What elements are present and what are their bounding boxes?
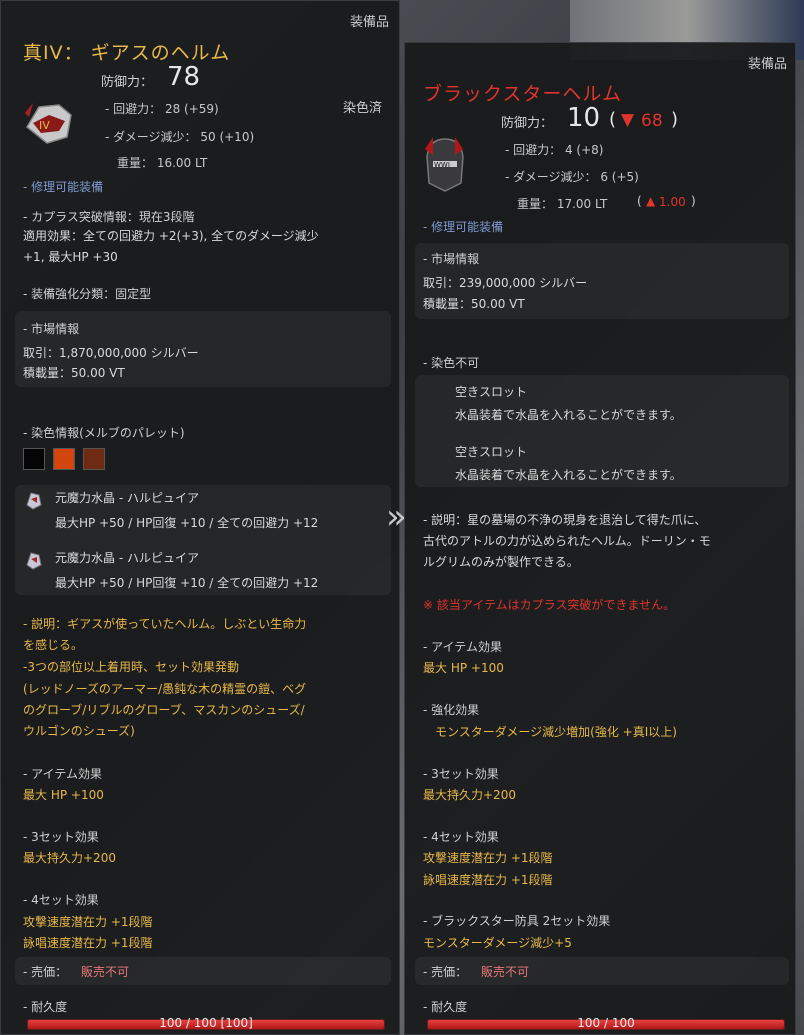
item-effect: 最大 HP +100	[423, 661, 504, 675]
defense-diff-close: )	[671, 109, 679, 130]
market-weight: 積載量：50.00 VT	[423, 297, 525, 311]
sell-value: 販売不可	[81, 965, 130, 979]
weight-diff-open: (	[637, 194, 642, 208]
caphras-effect-line2: +1, 最大HP +30	[23, 250, 118, 264]
weight-stat: 重量： 17.00 LT	[517, 197, 608, 211]
market-price: 取引：239,000,000 シルバー	[423, 276, 588, 290]
sell-label: - 売価：	[423, 965, 468, 979]
weight-diff-close: )	[691, 194, 696, 208]
defense-diff: 68	[641, 111, 663, 131]
weight-stat: 重量： 16.00 LT	[117, 156, 208, 170]
crystal-2-effect: 最大HP +50 / HP回復 +10 / 全ての回避力 +12	[55, 576, 319, 590]
evasion-stat: - 回避力： 4 (+8)	[505, 143, 604, 157]
blackstar-set-title: - ブラックスター防具 2セット効果	[423, 914, 611, 928]
empty-slot-1-desc: 水晶装着で水晶を入れることができます。	[455, 408, 682, 422]
defense-diff-open: (	[609, 109, 617, 130]
crystal-icon	[23, 549, 45, 571]
description-line1: - 説明：ギアスが使っていたヘルム。しぶとい生命力	[23, 617, 307, 631]
up-arrow-icon: ▲	[646, 194, 656, 208]
set-info-line1: -3つの部位以上着用時、セット効果発動	[23, 660, 239, 674]
right-item-tooltip: 装備品 ブラックスターヘルム WWI 防御力： 10 ( ▼ 68 ) - 回避…	[404, 42, 796, 1035]
set3-title: - 3セット効果	[23, 830, 99, 844]
market-title: - 市場情報	[423, 252, 480, 266]
durability-bar: 100 / 100	[427, 1016, 785, 1030]
market-price: 取引：1,870,000,000 シルバー	[23, 346, 199, 360]
market-title: - 市場情報	[23, 322, 80, 336]
repairable-label: - 修理可能装備	[23, 180, 104, 194]
item-effect-title: - アイテム効果	[423, 640, 502, 654]
defense-label: 防御力：	[101, 75, 154, 90]
item-effect: 最大 HP +100	[23, 788, 104, 802]
svg-text:IV: IV	[39, 119, 50, 132]
caphras-warning: ※ 該当アイテムはカプラス突破ができません。	[423, 598, 676, 612]
durability-bar: 100 / 100 [100]	[27, 1016, 385, 1030]
crystal-2-name: 元魔力水晶 - ハルピュイア	[55, 551, 199, 565]
repairable-label: - 修理可能装備	[423, 220, 504, 234]
sell-band	[415, 957, 789, 985]
item-effect-title: - アイテム効果	[23, 767, 102, 781]
blackstar-set-effect: モンスターダメージ減少+5	[423, 936, 572, 950]
item-title: 真IV： ギアスのヘルム	[23, 42, 231, 64]
down-arrow-icon: ▼	[621, 110, 635, 130]
dye-swatch-2	[53, 448, 75, 470]
evasion-stat: - 回避力： 28 (+59)	[105, 102, 219, 116]
item-category-tag: 装備品	[747, 57, 787, 72]
durability-text: 100 / 100 [100]	[159, 1016, 253, 1030]
empty-slot-1-label: 空きスロット	[455, 385, 528, 399]
market-weight: 積載量：50.00 VT	[23, 366, 125, 380]
set4-effect1: 攻撃速度潜在力 +1段階	[23, 915, 153, 929]
description-line2: 古代のアトルの力が込められたヘルム。ドーリン・モ	[423, 534, 711, 548]
set3-effect: 最大持久力+200	[23, 851, 116, 865]
dye-swatch-1	[23, 448, 45, 470]
set4-effect1: 攻撃速度潜在力 +1段階	[423, 851, 553, 865]
defense-value: 10	[567, 103, 601, 133]
set4-title: - 4セット効果	[23, 893, 99, 907]
set4-effect2: 詠唱速度潜在力 +1段階	[423, 873, 553, 887]
enhance-effect-title: - 強化効果	[423, 703, 480, 717]
description-line2: を感じる。	[23, 638, 84, 652]
set3-title: - 3セット効果	[423, 767, 499, 781]
set-info-line3: のグローブ/リブルのグローブ、マスカンのシューズ/	[23, 703, 305, 717]
set-info-line2: (レッドノーズのアーマー/愚鈍な木の精霊の鎧、ベグ	[23, 682, 307, 696]
empty-slot-2-desc: 水晶装着で水晶を入れることができます。	[455, 468, 682, 482]
item-category-tag: 装備品	[349, 15, 389, 30]
dye-swatch-3	[83, 448, 105, 470]
durability-label: - 耐久度	[423, 1000, 468, 1014]
enhance-type: - 装備強化分類：固定型	[23, 287, 152, 301]
caphras-effect-line1: 適用効果：全ての回避力 +2(+3), 全てのダメージ減少	[23, 229, 319, 243]
dye-info: - 染色情報(メルブのパレット)	[23, 426, 185, 440]
enhance-effect: モンスターダメージ減少増加(強化 +真I以上)	[435, 725, 677, 739]
defense-label: 防御力：	[501, 116, 554, 131]
sell-value: 販売不可	[481, 965, 530, 979]
defense-value: 78	[167, 62, 201, 92]
crystal-icon	[23, 489, 45, 511]
empty-slot-2-label: 空きスロット	[455, 445, 528, 459]
sell-band	[15, 957, 391, 985]
set-info-line4: ウルゴンのシューズ)	[23, 724, 135, 738]
description-line1: - 説明：星の墓場の不浄の現身を退治して得た爪に、	[423, 513, 707, 527]
durability-label: - 耐久度	[23, 1000, 68, 1014]
sell-label: - 売価：	[23, 965, 68, 979]
crystal-1-effect: 最大HP +50 / HP回復 +10 / 全ての回避力 +12	[55, 516, 319, 530]
svg-text:WWI: WWI	[434, 161, 450, 169]
helmet-icon: IV	[19, 93, 77, 151]
left-item-tooltip: 装備品 真IV： ギアスのヘルム IV 防御力： 78 染色済 - 回避力： 2…	[0, 0, 400, 1035]
caphras-title: - カプラス突破情報：現在3段階	[23, 210, 195, 224]
dyed-status: 染色済	[343, 101, 383, 116]
crystal-1-name: 元魔力水晶 - ハルピュイア	[55, 491, 199, 505]
damage-reduction-stat: - ダメージ減少： 6 (+5)	[505, 170, 639, 184]
durability-text: 100 / 100	[577, 1016, 635, 1030]
weight-diff: 1.00	[659, 195, 686, 209]
set4-effect2: 詠唱速度潜在力 +1段階	[23, 936, 153, 950]
dye-status: - 染色不可	[423, 356, 480, 370]
description-line3: ルグリムのみが製作できる。	[423, 555, 579, 569]
helmet-icon: WWI	[419, 133, 469, 195]
damage-reduction-stat: - ダメージ減少： 50 (+10)	[105, 130, 255, 144]
set3-effect: 最大持久力+200	[423, 788, 516, 802]
set4-title: - 4セット効果	[423, 830, 499, 844]
item-title: ブラックスターヘルム	[423, 83, 623, 105]
